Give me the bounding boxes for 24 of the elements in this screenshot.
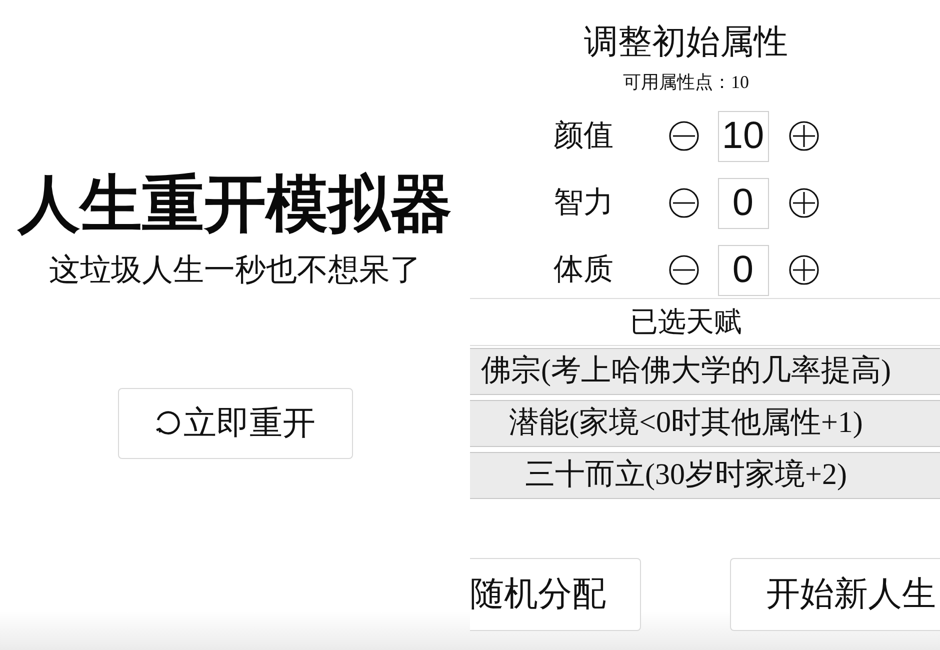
value-field[interactable]: 0: [718, 244, 768, 296]
plus-circle-icon[interactable]: [788, 188, 818, 218]
app-subtitle: 这垃圾人生一秒也不想呆了: [49, 251, 421, 289]
minus-circle-icon[interactable]: [668, 188, 698, 218]
minus-circle-icon[interactable]: [668, 255, 698, 286]
talent-item: 三十而立(30岁时家境+2): [470, 452, 940, 499]
talent-item: 佛宗(考上哈佛大学的几率提高): [470, 348, 940, 395]
start-life-button[interactable]: 开始新人生: [730, 558, 940, 631]
available-points: 可用属性点：10: [623, 70, 749, 94]
minus-circle-icon[interactable]: [668, 121, 698, 152]
section-heading: 已选天赋: [470, 298, 940, 346]
talent-item: 潜能(家境<0时其他属性+1): [470, 400, 940, 447]
value-field[interactable]: 0: [718, 178, 768, 229]
refresh-icon: [154, 410, 180, 436]
app-title: 人生重开模拟器: [18, 169, 452, 241]
restart-button[interactable]: 立即重开: [118, 388, 352, 459]
attribute-label: 体质: [554, 252, 614, 288]
attribute-label: 颜值: [554, 118, 614, 154]
value-field[interactable]: 10: [718, 110, 768, 162]
attribute-label: 智力: [554, 185, 614, 222]
plus-circle-icon[interactable]: [788, 255, 818, 286]
plus-circle-icon[interactable]: [788, 121, 818, 152]
random-assign-button[interactable]: 随机分配: [470, 558, 641, 631]
section-title: 调整初始属性: [584, 22, 788, 63]
